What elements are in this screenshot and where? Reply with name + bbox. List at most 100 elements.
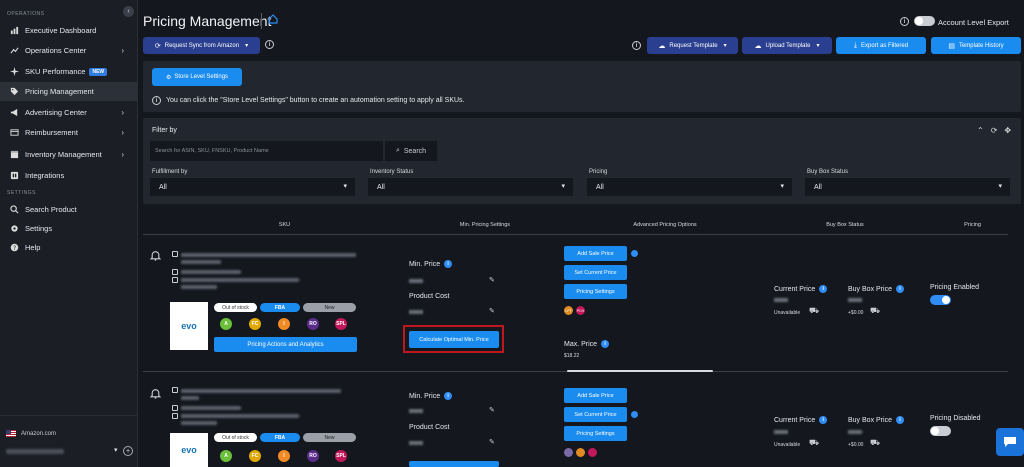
external-link-icon[interactable] (172, 251, 178, 257)
sidebar-item-label: Advertising Center (25, 108, 87, 117)
status-badge (576, 448, 585, 457)
pencil-icon[interactable]: ✎ (489, 307, 495, 315)
sidebar-item-reimbursement[interactable]: Reimbursement › (0, 123, 137, 142)
badge-spl: SPL (335, 318, 347, 330)
home-icon[interactable] (268, 14, 278, 24)
fulfillment-select[interactable]: All ▾ (150, 178, 355, 196)
set-current-price-button[interactable]: Set Current Price (564, 265, 627, 280)
pricing-select[interactable]: All ▾ (587, 178, 792, 196)
truck-icon: ⛟ (809, 306, 820, 315)
chevron-left-icon[interactable]: ‹ (123, 6, 134, 17)
sidebar-item-label: Executive Dashboard (25, 26, 97, 35)
info-icon[interactable]: i (601, 340, 610, 348)
horizontal-scrollbar[interactable] (567, 370, 713, 372)
product-thumbnail[interactable]: evo (170, 302, 208, 350)
template-history-button[interactable]: ▤ Template History (931, 37, 1021, 54)
move-icon[interactable]: ✥ (1004, 126, 1011, 135)
info-icon[interactable]: i (819, 285, 828, 293)
info-icon[interactable]: i (819, 416, 828, 424)
badge-lpt: LPT (564, 306, 573, 315)
pricing-status-label: Pricing Enabled (930, 284, 980, 291)
calculate-optimal-min-price-button[interactable] (409, 461, 499, 467)
store-selector[interactable]: Amazon.com (6, 430, 56, 437)
pricing-settings-button[interactable]: Pricing Settings (564, 426, 627, 441)
info-icon[interactable]: i (895, 416, 904, 424)
sidebar-item-executive-dashboard[interactable]: Executive Dashboard (0, 21, 137, 40)
add-sale-price-button[interactable]: Add Sale Price (564, 246, 627, 261)
add-sale-price-button[interactable]: Add Sale Price (564, 388, 627, 403)
sidebar-item-search-product[interactable]: Search Product (0, 200, 137, 219)
info-icon[interactable]: i (900, 17, 909, 26)
account-export-label: Account Level Export (938, 18, 1009, 27)
search-button[interactable]: ⌕ Search (385, 141, 437, 161)
pricing-toggle[interactable] (930, 426, 951, 436)
caret-down-icon[interactable]: ▾ (114, 446, 118, 454)
info-icon[interactable] (631, 250, 638, 257)
gear-icon: ⚙ (165, 74, 172, 81)
export-filtered-button[interactable]: ⤓ Export as Filtered (836, 37, 926, 54)
cloud-upload-icon: ☁ (754, 42, 762, 50)
product-cost-label: Product Cost (409, 424, 450, 431)
sidebar-item-operations-center[interactable]: Operations Center › (0, 41, 137, 60)
info-icon[interactable]: i (444, 260, 453, 268)
product-thumbnail[interactable]: evo (170, 433, 208, 467)
sidebar-item-integrations[interactable]: Integrations (0, 166, 137, 185)
pencil-icon[interactable]: ✎ (489, 438, 495, 446)
sidebar-item-advertising-center[interactable]: Advertising Center › (0, 103, 137, 122)
request-sync-button[interactable]: ⟳ Request Sync from Amazon ▾ (143, 37, 260, 54)
sidebar-item-help[interactable]: ? Help (0, 238, 137, 257)
highlight-box (403, 325, 504, 353)
product-cost-label: Product Cost (409, 293, 450, 300)
asin-redacted (181, 406, 241, 410)
chevron-right-icon: › (121, 46, 124, 55)
sidebar-item-sku-performance[interactable]: SKU Performance NEW (0, 62, 137, 81)
graph-icon (9, 46, 19, 56)
info-icon[interactable]: i (895, 285, 904, 293)
info-icon[interactable]: i (444, 392, 453, 400)
request-template-button[interactable]: ☁ Request Template ▾ (647, 37, 738, 54)
pricing-settings-button[interactable]: Pricing Settings (564, 284, 627, 299)
current-price-status: Unavailable (774, 310, 801, 316)
chat-button[interactable] (996, 428, 1024, 456)
external-link-icon[interactable] (172, 269, 178, 275)
plus-icon[interactable]: + (123, 446, 133, 456)
inventory-status-select[interactable]: All ▾ (368, 178, 573, 196)
bell-icon[interactable] (150, 388, 161, 399)
bell-icon[interactable] (150, 250, 161, 261)
status-badge (564, 448, 573, 457)
buybox-status-select[interactable]: All ▾ (805, 178, 1010, 196)
account-export-toggle[interactable] (914, 16, 935, 26)
info-icon[interactable]: i (265, 40, 274, 49)
info-icon[interactable] (631, 411, 638, 418)
badge-pch: PCH (576, 306, 585, 315)
external-link-icon[interactable] (172, 413, 178, 419)
max-price-label: Max. Price i (564, 340, 610, 348)
pricing-actions-button[interactable]: Pricing Actions and Analytics (214, 337, 357, 352)
sidebar-item-pricing-management[interactable]: Pricing Management (0, 82, 137, 101)
search-input[interactable] (150, 141, 383, 161)
buybox-price-redacted (848, 430, 862, 434)
fba-tag: FBA (260, 433, 300, 442)
external-link-icon[interactable] (172, 387, 178, 393)
info-icon[interactable]: i (632, 41, 641, 50)
upload-template-button[interactable]: ☁ Upload Template ▾ (742, 37, 832, 54)
sidebar-item-inventory-management[interactable]: Inventory Management › (0, 145, 137, 164)
current-price-label: Current Price i (774, 285, 828, 293)
min-price-value-redacted (409, 409, 423, 413)
refresh-icon[interactable]: ⟳ (991, 126, 998, 135)
info-icon: i (152, 96, 161, 105)
set-current-price-button[interactable]: Set Current Price (564, 407, 627, 422)
svg-text:?: ? (12, 245, 15, 252)
pencil-icon[interactable]: ✎ (489, 276, 495, 284)
external-link-icon[interactable] (172, 277, 178, 283)
store-level-settings-button[interactable]: ⚙ Store Level Settings (152, 68, 242, 86)
filter-label-fulfillment: Fulfillment by (152, 169, 188, 175)
header-pricing: Pricing (964, 222, 981, 228)
sidebar-item-settings[interactable]: Settings (0, 219, 137, 238)
max-price-value: $18.22 (564, 353, 580, 359)
pricing-toggle[interactable] (930, 295, 951, 305)
fba-tag: FBA (260, 303, 300, 312)
pencil-icon[interactable]: ✎ (489, 406, 495, 414)
external-link-icon[interactable] (172, 405, 178, 411)
chevron-up-icon[interactable]: ⌃ (977, 126, 984, 135)
